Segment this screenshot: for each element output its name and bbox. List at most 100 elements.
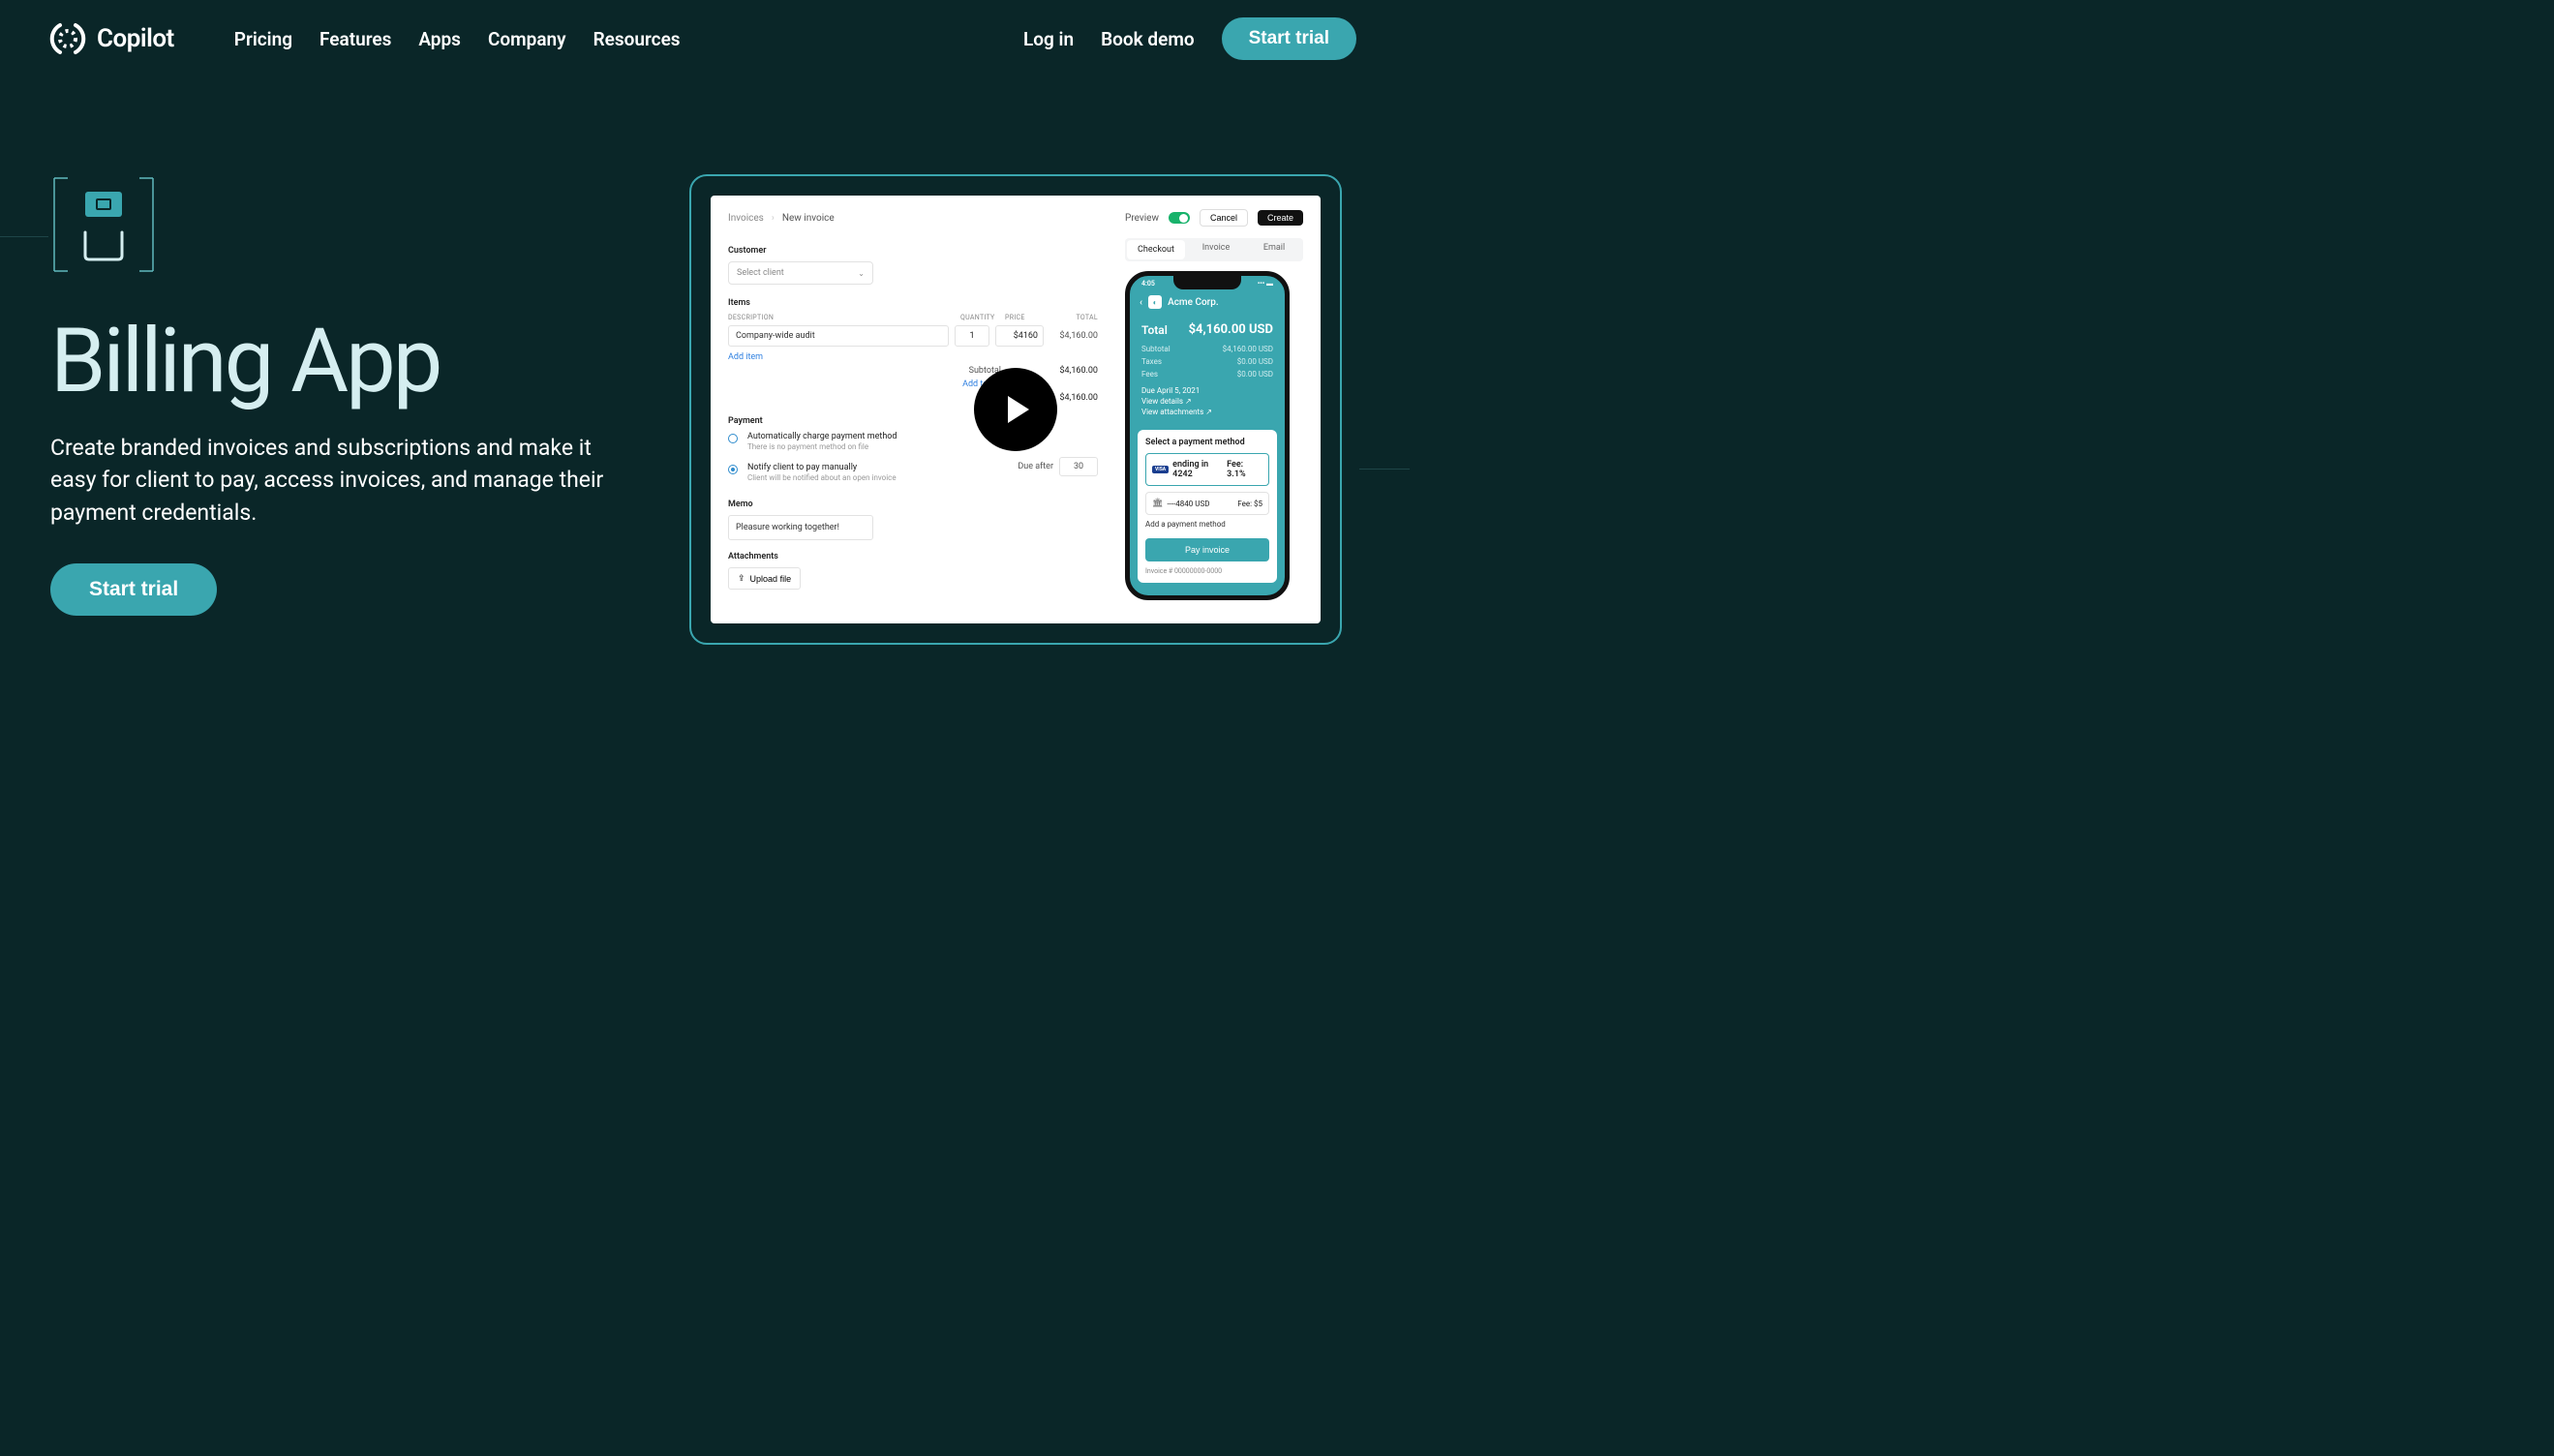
back-icon[interactable]: ‹: [1140, 297, 1142, 308]
hero-start-trial-button[interactable]: Start trial: [50, 563, 217, 616]
upload-file-button[interactable]: ⇪ Upload file: [728, 567, 801, 590]
hero-left: Billing App Create branded invoices and …: [50, 174, 631, 645]
view-details-link[interactable]: View details ↗: [1141, 397, 1273, 406]
phone-links: Due April 5, 2021 View details ↗ View at…: [1130, 380, 1285, 422]
company-logo-icon: ◐: [1148, 295, 1162, 309]
invoice-number: Invoice # 00000000-0000: [1145, 567, 1269, 575]
nav-pricing[interactable]: Pricing: [234, 28, 292, 50]
play-button[interactable]: [974, 368, 1057, 451]
cancel-button[interactable]: Cancel: [1200, 209, 1248, 227]
memo-input[interactable]: Pleasure working together!: [728, 515, 873, 540]
tab-invoice[interactable]: Invoice: [1187, 238, 1245, 261]
due-after-label: Due after: [1018, 462, 1053, 471]
preview-actions: Preview Cancel Create: [1125, 209, 1303, 227]
select-client-dropdown[interactable]: Select client ⌄: [728, 261, 873, 285]
hero-subtitle: Create branded invoices and subscription…: [50, 432, 631, 529]
item-price-input[interactable]: $4160: [995, 325, 1044, 347]
tab-email[interactable]: Email: [1245, 238, 1303, 261]
pay-invoice-button[interactable]: Pay invoice: [1145, 538, 1269, 561]
subtotal-value: $4,160.00: [1040, 366, 1098, 376]
start-trial-button[interactable]: Start trial: [1222, 17, 1356, 60]
nav-right: Log in Book demo Start trial: [1023, 17, 1356, 60]
select-client-placeholder: Select client: [737, 268, 784, 278]
chevron-down-icon: ⌄: [858, 269, 865, 278]
nav-resources[interactable]: Resources: [593, 28, 681, 50]
create-button[interactable]: Create: [1258, 210, 1303, 226]
select-pm-label: Select a payment method: [1145, 438, 1269, 447]
card1-label: ending in 4242: [1172, 460, 1227, 479]
card2-label: ----4840 USD: [1167, 500, 1209, 508]
logo[interactable]: Copilot: [48, 19, 174, 58]
book-demo-link[interactable]: Book demo: [1101, 28, 1195, 50]
hero-title: Billing App: [50, 318, 631, 407]
line-label: Subtotal: [1141, 345, 1171, 353]
hero: Billing App Create branded invoices and …: [0, 77, 1410, 645]
preview-right: Checkout Invoice Email 4:05 ••• ▬ ‹ ◐: [1125, 238, 1303, 600]
logo-icon: [48, 19, 87, 58]
item-description-input[interactable]: Company-wide audit: [728, 325, 949, 347]
due-after-input[interactable]: 30: [1059, 457, 1098, 476]
col-quantity: QUANTITY: [960, 314, 1005, 321]
customer-label: Customer: [728, 246, 1098, 256]
add-item-link[interactable]: Add item: [728, 352, 763, 362]
crumb-new-invoice: New invoice: [782, 213, 835, 224]
phone-total-amount: $4,160.00 USD: [1189, 322, 1273, 337]
col-price: PRICE: [1005, 314, 1049, 321]
pay-notify-desc: Client will be notified about an open in…: [747, 473, 897, 482]
pay-option-notify[interactable]: Notify client to pay manually Client wil…: [728, 463, 897, 482]
memo-label: Memo: [728, 500, 1098, 509]
nav-features[interactable]: Features: [319, 28, 391, 50]
card-option-2[interactable]: 🏛 ----4840 USD Fee: $5: [1145, 492, 1269, 515]
items-label: Items: [728, 298, 1098, 308]
line-label: Taxes: [1141, 357, 1162, 366]
phone-notch: [1173, 276, 1241, 289]
nav-apps[interactable]: Apps: [418, 28, 461, 50]
item-row: Company-wide audit 1 $4160 $4,160.00: [728, 325, 1098, 347]
due-after: Due after 30: [1018, 457, 1098, 476]
preview-inner: Invoices › New invoice Preview Cancel Cr…: [711, 196, 1321, 623]
login-link[interactable]: Log in: [1023, 28, 1074, 50]
preview-card: Invoices › New invoice Preview Cancel Cr…: [689, 174, 1342, 645]
phone-breakdown: Subtotal $4,160.00 USD Taxes $0.00 USD Fee…: [1130, 343, 1285, 380]
upload-icon: ⇪: [738, 573, 745, 584]
visa-icon: VISA: [1152, 466, 1169, 473]
crumb-invoices[interactable]: Invoices: [728, 213, 764, 224]
line-label: Fees: [1141, 370, 1158, 379]
line-value: $0.00 USD: [1237, 370, 1273, 379]
phone-total: Total $4,160.00 USD: [1130, 317, 1285, 343]
phone-due: Due April 5, 2021: [1141, 386, 1273, 395]
phone-signal-icon: ••• ▬: [1258, 280, 1273, 288]
card-option-1[interactable]: VISAending in 4242 Fee: 3.1%: [1145, 453, 1269, 486]
item-total: $4,160.00: [1049, 331, 1098, 341]
logo-text: Copilot: [97, 24, 174, 53]
payment-panel: Select a payment method VISAending in 42…: [1138, 430, 1277, 583]
items-header: DESCRIPTION QUANTITY PRICE TOTAL: [728, 314, 1098, 321]
view-attachments-link[interactable]: View attachments ↗: [1141, 408, 1273, 416]
preview-toggle[interactable]: [1169, 212, 1190, 224]
add-payment-method-link[interactable]: Add a payment method: [1145, 520, 1269, 529]
card2-fee: Fee: $5: [1237, 500, 1262, 508]
billing-icon: [50, 174, 157, 275]
radio-icon: [728, 465, 738, 474]
line-value: $0.00 USD: [1237, 357, 1273, 366]
line-value: $4,160.00 USD: [1223, 345, 1273, 353]
preview-topbar: Invoices › New invoice Preview Cancel Cr…: [728, 209, 1303, 227]
item-qty-input[interactable]: 1: [955, 325, 989, 347]
nav-company[interactable]: Company: [488, 28, 566, 50]
phone-mockup: 4:05 ••• ▬ ‹ ◐ Acme Corp. Total $4,160.0…: [1125, 271, 1290, 600]
bank-icon: 🏛: [1152, 499, 1163, 508]
attachments-label: Attachments: [728, 552, 1098, 561]
breadcrumb: Invoices › New invoice: [728, 213, 835, 224]
upload-label: Upload file: [750, 574, 792, 584]
nav-links: Pricing Features Apps Company Resources: [234, 28, 681, 50]
pay-auto-desc: There is no payment method on file: [747, 442, 897, 451]
tab-checkout[interactable]: Checkout: [1127, 240, 1185, 259]
company-name: Acme Corp.: [1168, 297, 1219, 308]
pay-notify-title: Notify client to pay manually: [747, 463, 897, 472]
preview-tabs: Checkout Invoice Email: [1125, 238, 1303, 261]
preview-toggle-label: Preview: [1125, 213, 1159, 224]
card1-fee: Fee: 3.1%: [1227, 460, 1262, 479]
phone-time: 4:05: [1141, 280, 1155, 288]
radio-icon: [728, 434, 738, 443]
col-total: TOTAL: [1049, 314, 1098, 321]
